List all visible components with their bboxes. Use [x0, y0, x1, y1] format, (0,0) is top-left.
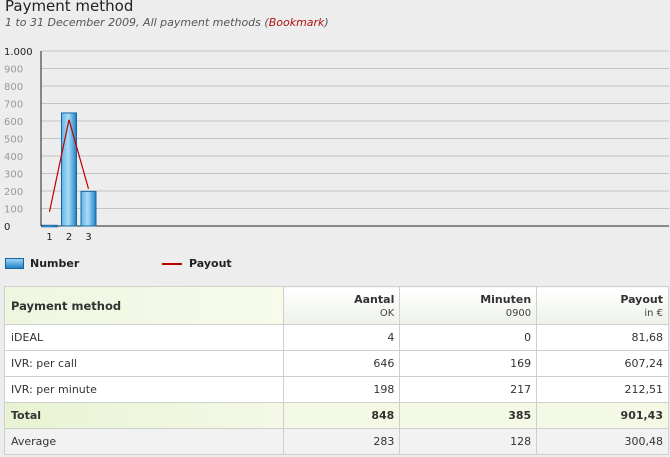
col-header-payout-sub: in €	[644, 307, 663, 319]
average-label: Average	[4, 428, 284, 455]
row-count: 646	[282, 350, 401, 377]
row-count: 198	[282, 376, 401, 403]
y-tick-label: 600	[4, 117, 23, 128]
col-header-method: Payment method	[4, 286, 284, 325]
col-header-count-sub: OK	[379, 307, 395, 319]
payment-chart: 1.000 900 800 700 600 500 400 300 200 100 0 1 2 3	[4, 47, 669, 243]
total-label: Total	[4, 402, 284, 429]
row-method: iDEAL	[4, 324, 284, 351]
col-header-minutes-label: Minuten	[480, 292, 532, 306]
average-count: 283	[282, 428, 401, 455]
row-payout: 81,68	[536, 324, 669, 351]
subtitle-suffix: )	[324, 16, 329, 29]
legend-payout: Payout	[162, 257, 232, 270]
y-tick-label: 0	[4, 222, 10, 233]
y-tick-label: 700	[4, 100, 23, 111]
row-minutes: 217	[399, 376, 538, 403]
y-tick-label: 800	[4, 82, 23, 93]
legend-bar-swatch	[5, 258, 24, 269]
bookmark-link[interactable]: Bookmark	[269, 16, 325, 29]
col-header-count-label: Aantal	[354, 292, 395, 306]
col-header-minutes: Minuten 0900	[399, 286, 538, 325]
table-row: IVR: per call 646 169 607,24	[4, 350, 669, 377]
row-method: IVR: per minute	[4, 376, 284, 403]
table-row: iDEAL 4 0 81,68	[4, 324, 669, 351]
row-method: IVR: per call	[4, 350, 284, 377]
row-minutes: 169	[399, 350, 538, 377]
x-tick-label: 3	[85, 232, 91, 243]
x-tick-label: 1	[46, 232, 52, 243]
y-tick-label: 100	[4, 205, 23, 216]
y-tick-label: 300	[4, 170, 23, 181]
legend-number-label: Number	[30, 257, 80, 270]
y-tick-label: 1.000	[4, 47, 33, 58]
row-count: 4	[282, 324, 401, 351]
bar	[61, 112, 77, 227]
total-payout: 901,43	[536, 402, 669, 429]
average-minutes: 128	[399, 428, 538, 455]
col-header-payout-label: Payout	[620, 292, 663, 306]
x-tick-label: 2	[66, 232, 72, 243]
page-subtitle: 1 to 31 December 2009, All payment metho…	[5, 16, 329, 29]
bar	[41, 224, 58, 228]
legend-number: Number	[5, 257, 79, 270]
col-header-minutes-sub: 0900	[505, 307, 532, 319]
col-header-count: Aantal OK	[282, 286, 401, 325]
y-tick-label: 500	[4, 135, 23, 146]
col-header-payout: Payout in €	[536, 286, 669, 325]
total-minutes: 385	[399, 402, 538, 429]
row-payout: 212,51	[536, 376, 669, 403]
row-minutes: 0	[399, 324, 538, 351]
table-row: IVR: per minute 198 217 212,51	[4, 376, 669, 403]
total-count: 848	[282, 402, 401, 429]
legend-line-swatch	[162, 262, 182, 265]
average-payout: 300,48	[536, 428, 669, 455]
legend-payout-label: Payout	[189, 257, 232, 270]
payment-table: Payment method Aantal OK Minuten 0900 Payo…	[4, 286, 669, 455]
y-tick-label: 400	[4, 152, 23, 163]
y-tick-label: 200	[4, 187, 23, 198]
page-title: Payment method	[5, 0, 134, 15]
bar	[80, 190, 97, 227]
y-tick-label: 900	[4, 65, 23, 76]
table-average-row: Average 283 128 300,48	[4, 428, 669, 455]
table-header-row: Payment method Aantal OK Minuten 0900 Payo…	[4, 286, 669, 325]
subtitle-prefix: 1 to 31 December 2009, All payment metho…	[5, 16, 269, 29]
table-total-row: Total 848 385 901,43	[4, 402, 669, 429]
row-payout: 607,24	[536, 350, 669, 377]
